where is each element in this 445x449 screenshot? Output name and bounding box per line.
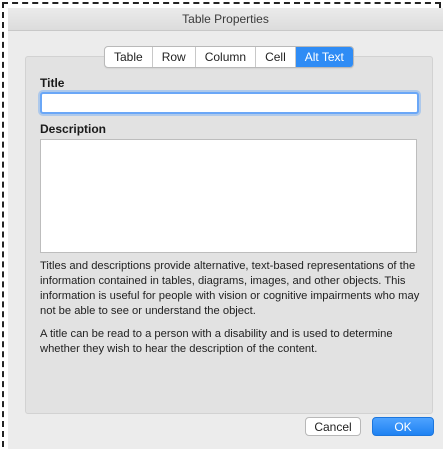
description-label: Description [40, 122, 107, 136]
title-label: Title [40, 76, 65, 90]
table-properties-dialog: Table Properties Title Description Title… [8, 8, 443, 449]
tab-cell[interactable]: Cell [256, 47, 296, 67]
tab-table[interactable]: Table [105, 47, 153, 67]
title-input[interactable] [40, 92, 419, 114]
tab-column[interactable]: Column [196, 47, 257, 67]
tab-row[interactable]: Row [153, 47, 196, 67]
description-textarea[interactable] [40, 139, 417, 253]
help-paragraph-2: A title can be read to a person with a d… [40, 328, 393, 355]
tab-bar: Table Row Column Cell Alt Text [104, 46, 354, 68]
help-paragraph-1: Titles and descriptions provide alternat… [40, 260, 420, 317]
tab-alt-text[interactable]: Alt Text [295, 47, 353, 67]
alt-text-panel: Title Description Titles and description… [25, 56, 433, 414]
ok-button[interactable]: OK [372, 417, 434, 436]
dialog-title: Table Properties [8, 8, 443, 31]
cancel-button[interactable]: Cancel [305, 417, 361, 436]
